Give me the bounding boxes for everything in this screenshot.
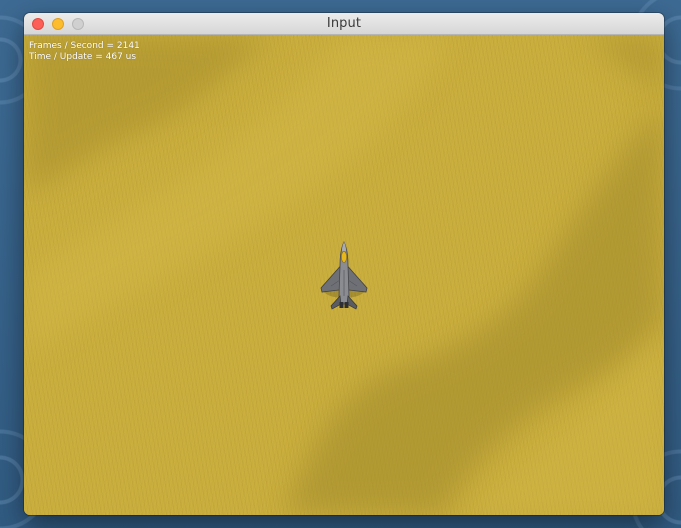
window-title: Input	[326, 16, 362, 31]
app-window: Input Frames / Second = 2141 Time / Upda…	[24, 13, 664, 515]
hud-overlay: Frames / Second = 2141 Time / Update = 4…	[29, 41, 140, 63]
game-viewport[interactable]: Frames / Second = 2141 Time / Update = 4…	[24, 35, 664, 515]
update-time-readout: Time / Update = 467 us	[29, 52, 137, 62]
fighter-jet-icon[interactable]	[319, 240, 369, 320]
fps-readout: Frames / Second = 2141	[29, 41, 140, 51]
title-bar[interactable]: Input	[24, 13, 664, 35]
